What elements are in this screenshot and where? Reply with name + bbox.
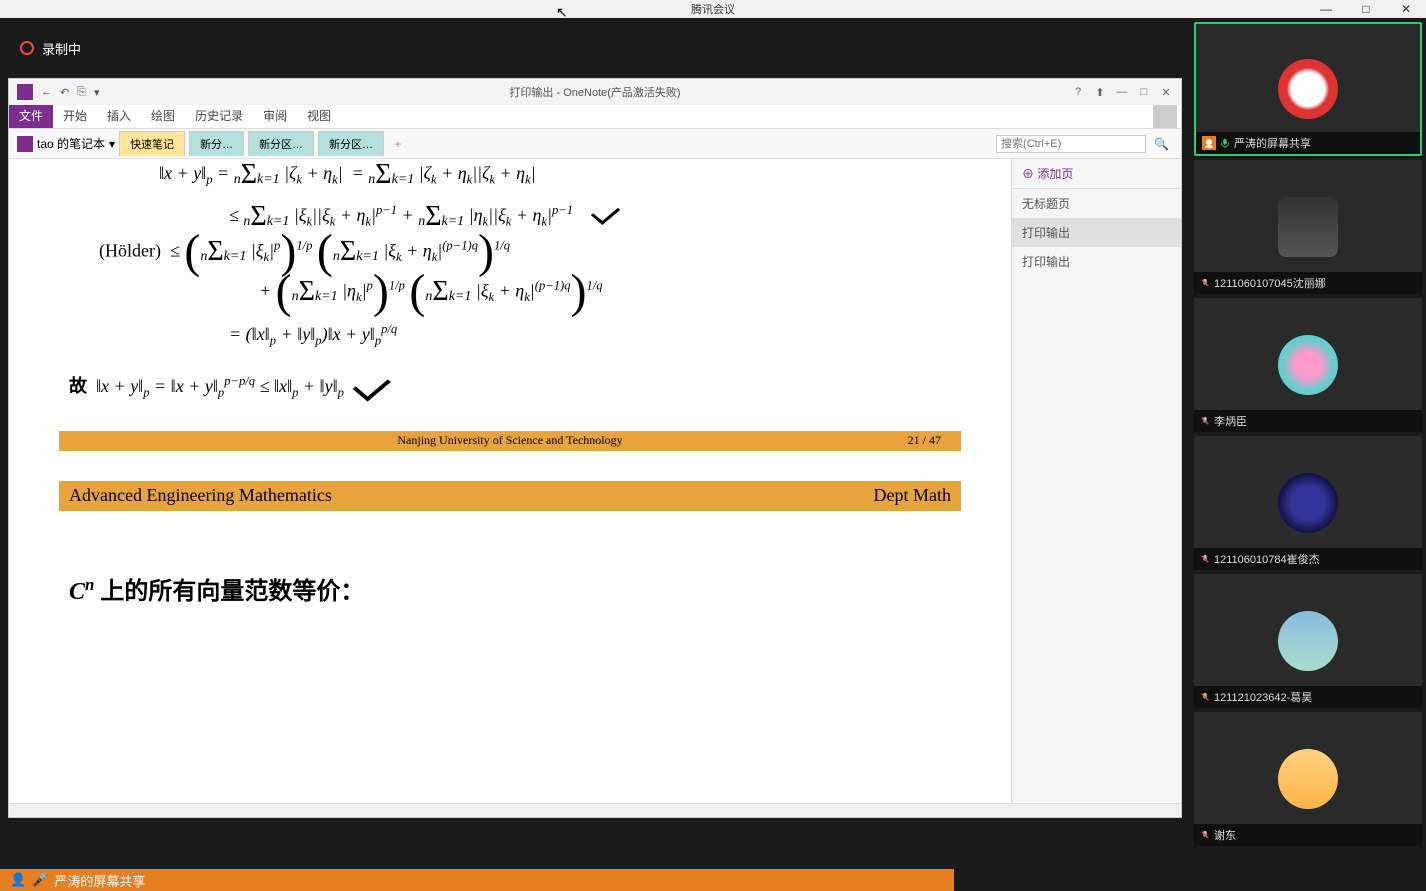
avatar bbox=[1278, 749, 1338, 809]
share-label: 严涛的屏幕共享 bbox=[54, 871, 145, 890]
horizontal-scrollbar[interactable] bbox=[9, 803, 1181, 817]
minimize-button[interactable]: — bbox=[1306, 0, 1346, 18]
header-right: Dept Math bbox=[874, 485, 951, 506]
participants-sidebar: 严涛的屏幕共享 1211060107045沈丽娜李炳臣 121106010784崔俊… bbox=[1190, 18, 1426, 891]
page-number: 21 / 47 bbox=[908, 433, 941, 448]
ribbon-tabs: 文件 开始 插入 绘图 历史记录 审阅 视图 bbox=[9, 105, 1181, 129]
shared-screen-panel: 录制中 ← ↶ ⎘ ▾ 打印输出 - OneNote(产品激活失败) ? ⬆ —… bbox=[0, 18, 1190, 891]
search-icon[interactable]: 🔍 bbox=[1150, 137, 1173, 151]
participant-tile[interactable]: 121121023642-葛昊 bbox=[1194, 574, 1422, 708]
mic-icon bbox=[1200, 692, 1210, 702]
participant-name: 李炳臣 bbox=[1214, 413, 1247, 429]
add-page-button[interactable]: ⊕ 添加页 bbox=[1012, 159, 1181, 189]
header-left: Advanced Engineering Mathematics bbox=[69, 485, 332, 506]
window-controls: — □ ✕ bbox=[1306, 0, 1426, 18]
mic-icon bbox=[1200, 554, 1210, 564]
chevron-down-icon[interactable]: ▾ bbox=[109, 137, 115, 151]
slide-header: Advanced Engineering Mathematics Dept Ma… bbox=[59, 481, 961, 511]
back-icon[interactable]: ← bbox=[41, 86, 52, 98]
avatar bbox=[1278, 59, 1338, 119]
participant-tile[interactable]: 李炳臣 bbox=[1194, 298, 1422, 432]
section-title: Cn 上的所有向量范数等价： bbox=[59, 571, 961, 606]
slide-footer: Nanjing University of Science and Techno… bbox=[59, 431, 961, 451]
record-icon bbox=[20, 41, 34, 55]
page-item[interactable]: 无标题页 bbox=[1012, 189, 1181, 218]
footer-text: Nanjing University of Science and Techno… bbox=[397, 433, 622, 448]
page-item[interactable]: 打印输出 bbox=[1012, 247, 1181, 276]
recording-label: 录制中 bbox=[42, 39, 81, 58]
more-icon[interactable]: ▾ bbox=[94, 86, 100, 99]
tab-insert[interactable]: 插入 bbox=[97, 103, 141, 128]
section-tab[interactable]: 新分区… bbox=[318, 131, 384, 156]
user-avatar-icon[interactable] bbox=[1153, 104, 1177, 128]
presenter-icon: 👤 bbox=[10, 872, 26, 888]
participant-name: 121106010784崔俊杰 bbox=[1214, 551, 1320, 567]
participant-label: 谢东 bbox=[1194, 824, 1422, 846]
avatar bbox=[1278, 197, 1338, 257]
math-content: ‖x + y‖p = nΣk=1 |ζk + ηk| = nΣk=1 |ζk +… bbox=[49, 161, 971, 606]
mic-icon bbox=[1200, 278, 1210, 288]
participant-name: 1211060107045沈丽娜 bbox=[1214, 275, 1326, 291]
page-list: ⊕ 添加页 无标题页 打印输出 打印输出 bbox=[1011, 159, 1181, 803]
mic-status-icon: 🎤 bbox=[32, 872, 48, 888]
section-tab[interactable]: 快速笔记 bbox=[119, 131, 185, 156]
app-titlebar: ↖ 腾讯会议 — □ ✕ bbox=[0, 0, 1426, 18]
onenote-window: ← ↶ ⎘ ▾ 打印输出 - OneNote(产品激活失败) ? ⬆ — □ ✕… bbox=[8, 78, 1182, 818]
participant-name: 严涛的屏幕共享 bbox=[1234, 135, 1311, 151]
participant-label: 李炳臣 bbox=[1194, 410, 1422, 432]
search-input[interactable] bbox=[996, 135, 1146, 153]
tab-review[interactable]: 审阅 bbox=[253, 103, 297, 128]
onenote-help-icon[interactable]: ? bbox=[1069, 86, 1087, 99]
onenote-minimize-button[interactable]: — bbox=[1113, 86, 1131, 99]
page-canvas[interactable]: ‖x + y‖p = nΣk=1 |ζk + ηk| = nΣk=1 |ζk +… bbox=[9, 159, 1011, 803]
avatar bbox=[1278, 611, 1338, 671]
notebook-icon bbox=[17, 136, 33, 152]
section-tab[interactable]: 新分区… bbox=[248, 131, 314, 156]
participant-label: 121121023642-葛昊 bbox=[1194, 686, 1422, 708]
avatar bbox=[1278, 335, 1338, 395]
tab-file[interactable]: 文件 bbox=[9, 103, 53, 128]
section-tab[interactable]: 新分… bbox=[189, 131, 244, 156]
notebook-nav: tao 的笔记本 ▾ 快速笔记 新分… 新分区… 新分区… + 🔍 bbox=[9, 129, 1181, 159]
onenote-close-button[interactable]: ✕ bbox=[1157, 86, 1175, 99]
app-title: 腾讯会议 bbox=[691, 1, 735, 17]
undo-icon[interactable]: ↶ bbox=[60, 86, 69, 99]
onenote-maximize-button[interactable]: □ bbox=[1135, 86, 1153, 99]
close-button[interactable]: ✕ bbox=[1386, 0, 1426, 18]
host-badge-icon bbox=[1202, 136, 1216, 150]
page-item[interactable]: 打印输出 bbox=[1012, 218, 1181, 247]
participant-name: 121121023642-葛昊 bbox=[1214, 689, 1312, 705]
add-section-button[interactable]: + bbox=[388, 137, 408, 151]
onenote-title: 打印输出 - OneNote(产品激活失败) bbox=[509, 84, 680, 100]
mic-icon bbox=[1220, 138, 1230, 148]
avatar bbox=[1278, 473, 1338, 533]
notebook-name[interactable]: tao 的笔记本 bbox=[37, 135, 105, 152]
participant-label: 严涛的屏幕共享 bbox=[1196, 132, 1420, 154]
tab-home[interactable]: 开始 bbox=[53, 103, 97, 128]
mic-icon bbox=[1200, 416, 1210, 426]
onenote-titlebar: ← ↶ ⎘ ▾ 打印输出 - OneNote(产品激活失败) ? ⬆ — □ ✕ bbox=[9, 79, 1181, 105]
participant-label: 121106010784崔俊杰 bbox=[1194, 548, 1422, 570]
onenote-icon bbox=[17, 84, 33, 100]
recording-bar: 录制中 bbox=[0, 18, 1190, 78]
touch-icon[interactable]: ⎘ bbox=[77, 86, 86, 99]
share-status-bar: 👤 🎤 严涛的屏幕共享 bbox=[0, 869, 954, 891]
tab-view[interactable]: 视图 bbox=[297, 103, 341, 128]
tab-history[interactable]: 历史记录 bbox=[185, 103, 253, 128]
participant-name: 谢东 bbox=[1214, 827, 1236, 843]
mic-icon bbox=[1200, 830, 1210, 840]
participant-tile[interactable]: 严涛的屏幕共享 bbox=[1194, 22, 1422, 156]
maximize-button[interactable]: □ bbox=[1346, 0, 1386, 18]
participant-tile[interactable]: 谢东 bbox=[1194, 712, 1422, 846]
participant-tile[interactable]: 121106010784崔俊杰 bbox=[1194, 436, 1422, 570]
participant-label: 1211060107045沈丽娜 bbox=[1194, 272, 1422, 294]
participant-tile[interactable]: 1211060107045沈丽娜 bbox=[1194, 160, 1422, 294]
tab-draw[interactable]: 绘图 bbox=[141, 103, 185, 128]
onenote-ribbon-icon[interactable]: ⬆ bbox=[1091, 86, 1109, 99]
